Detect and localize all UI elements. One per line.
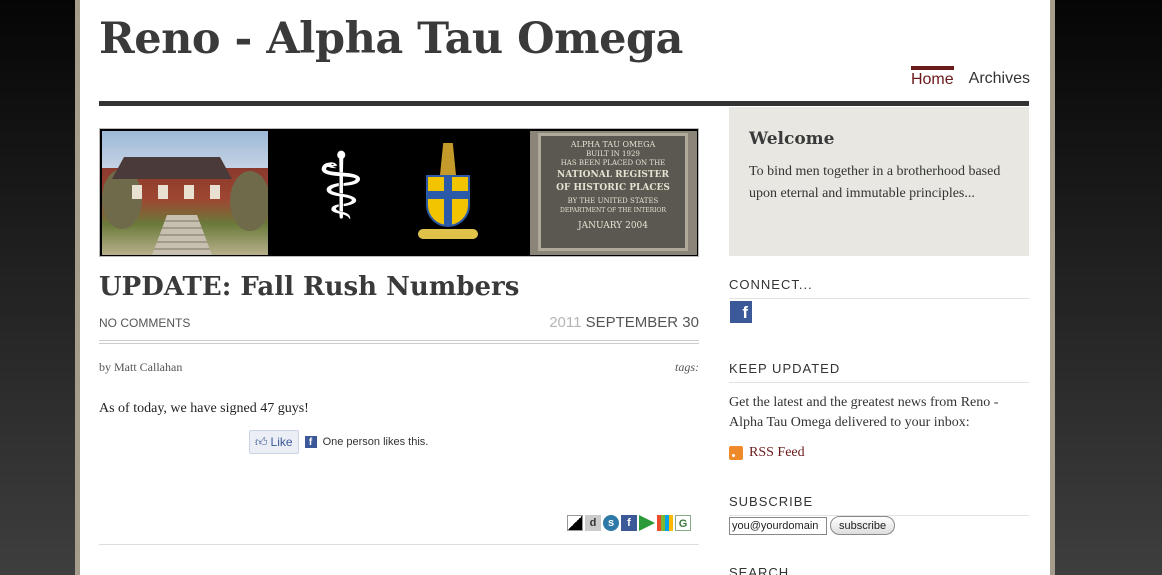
search-heading: SEARCH bbox=[729, 565, 790, 575]
post-author: by Matt Callahan bbox=[99, 360, 183, 374]
header-banner-image: ⚕ ALPHA TAU OMEGA BUILT IN 1929 HAS BEEN… bbox=[99, 128, 699, 257]
rss-icon bbox=[729, 446, 743, 460]
plaque-line: NATIONAL REGISTER bbox=[557, 170, 669, 180]
keep-updated-text: Get the latest and the greatest news fro… bbox=[729, 395, 999, 431]
windows-live-icon[interactable] bbox=[657, 515, 673, 531]
connect-heading: CONNECT... bbox=[729, 277, 1029, 299]
shield-icon bbox=[426, 175, 470, 227]
ato-monogram-icon: ⚕ bbox=[316, 133, 366, 240]
site-title[interactable]: Reno - Alpha Tau Omega bbox=[99, 14, 683, 64]
keep-updated-heading: KEEP UPDATED bbox=[729, 361, 1029, 383]
page: Reno - Alpha Tau Omega Home Archives ⚕ A… bbox=[80, 0, 1050, 575]
stumbleupon-icon[interactable]: s bbox=[603, 515, 619, 531]
nav-item-archives[interactable]: Archives bbox=[969, 66, 1030, 89]
window-shape bbox=[210, 185, 220, 199]
post-date-year: 2011 bbox=[549, 314, 582, 331]
digg-icon[interactable]: d bbox=[585, 515, 601, 531]
post-date: 2011 SEPTEMBER 30 bbox=[549, 314, 699, 331]
tree-shape bbox=[230, 171, 270, 231]
post-divider bbox=[99, 544, 699, 545]
post-tags-label: tags: bbox=[675, 360, 699, 374]
rss-feed-link[interactable]: RSS Feed bbox=[729, 445, 805, 461]
fraternity-crest: ⚕ bbox=[268, 131, 530, 255]
historic-plaque-photo: ALPHA TAU OMEGA BUILT IN 1929 HAS BEEN P… bbox=[530, 131, 697, 255]
window-shape bbox=[158, 185, 168, 199]
subscribe-button[interactable]: subscribe bbox=[830, 516, 896, 535]
post-body: As of today, we have signed 47 guys! bbox=[99, 401, 309, 416]
header-divider bbox=[99, 101, 1029, 106]
post-meta-divider bbox=[99, 340, 699, 344]
main-nav: Home Archives bbox=[910, 66, 1030, 89]
google-buzz-icon[interactable] bbox=[639, 515, 655, 531]
rss-feed-label: RSS Feed bbox=[749, 445, 805, 460]
thumbs-up-icon: 👍︎ bbox=[255, 434, 268, 449]
window-shape bbox=[132, 185, 142, 199]
subscribe-heading: SUBSCRIBE bbox=[729, 494, 1029, 516]
post-date-day: SEPTEMBER 30 bbox=[585, 314, 699, 331]
nav-item-home[interactable]: Home bbox=[910, 66, 954, 89]
delicious-icon[interactable] bbox=[567, 515, 583, 531]
plaque-line: BUILT IN 1929 bbox=[586, 150, 640, 158]
facebook-icon[interactable]: f bbox=[730, 301, 752, 323]
welcome-title: Welcome bbox=[749, 129, 835, 149]
crest-ribbon bbox=[418, 229, 478, 239]
like-count-text: One person likes this. bbox=[322, 436, 429, 448]
facebook-like-widget: 👍︎ Like f One person likes this. bbox=[249, 430, 428, 454]
like-button[interactable]: 👍︎ Like bbox=[249, 430, 299, 454]
subscribe-form: subscribe bbox=[729, 516, 896, 535]
plaque-line: OF HISTORIC PLACES bbox=[556, 183, 670, 193]
email-input[interactable] bbox=[729, 516, 827, 535]
window-shape bbox=[184, 185, 194, 199]
chapter-house-photo bbox=[102, 131, 270, 255]
like-button-label: Like bbox=[270, 435, 293, 449]
share-icons: d s f G bbox=[567, 515, 691, 531]
plaque-line: HAS BEEN PLACED ON THE bbox=[560, 159, 666, 167]
plaque-line: BY THE UNITED STATES bbox=[567, 197, 659, 205]
google-icon[interactable]: G bbox=[675, 515, 691, 531]
house-roof-shape bbox=[112, 157, 232, 179]
welcome-text: To bind men together in a brotherhood ba… bbox=[749, 164, 1001, 202]
plaque-line: JANUARY 2004 bbox=[578, 221, 648, 231]
plaque-line: ALPHA TAU OMEGA bbox=[570, 140, 656, 149]
front-steps-shape bbox=[152, 215, 212, 255]
welcome-box: Welcome To bind men together in a brothe… bbox=[729, 107, 1029, 256]
plaque-line: DEPARTMENT OF THE INTERIOR bbox=[560, 207, 666, 214]
comments-link[interactable]: NO COMMENTS bbox=[99, 316, 190, 330]
post-title[interactable]: UPDATE: Fall Rush Numbers bbox=[99, 272, 519, 302]
facebook-icon: f bbox=[304, 436, 317, 448]
tower-icon bbox=[440, 143, 456, 175]
facebook-icon[interactable]: f bbox=[621, 515, 637, 531]
